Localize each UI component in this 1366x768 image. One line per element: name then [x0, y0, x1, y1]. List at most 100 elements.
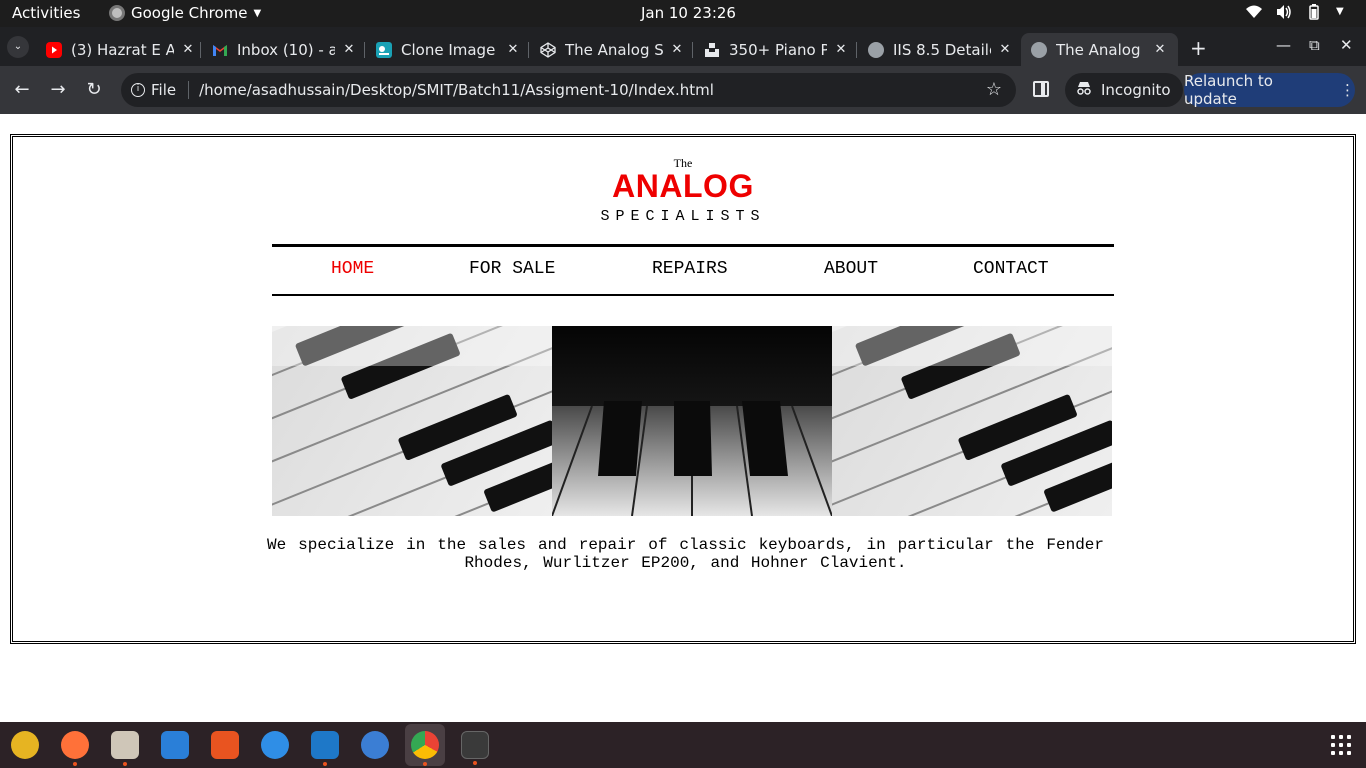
ubuntu-dock [0, 722, 1366, 768]
close-icon[interactable]: ✕ [505, 42, 521, 57]
tab-title: The Analog Sp [1056, 40, 1146, 59]
gmail-icon [212, 42, 228, 58]
piano-closeup-image [552, 326, 832, 516]
app-menu[interactable]: Google Chrome ▼ [109, 4, 261, 22]
restore-icon[interactable]: ⧉ [1309, 36, 1320, 54]
terminal-icon[interactable] [461, 731, 489, 765]
app-name: Google Chrome [131, 4, 248, 22]
tab-separator [528, 42, 529, 58]
files-icon[interactable] [111, 731, 139, 766]
image-icon [376, 41, 392, 58]
show-apps-icon[interactable] [1331, 735, 1351, 755]
tab[interactable]: (3) Hazrat E A ✕ [46, 33, 196, 66]
caret-down-icon: ▼ [1336, 6, 1344, 17]
system-tray[interactable]: ▼ [1246, 4, 1352, 20]
volume-icon [1276, 4, 1292, 20]
logo-analog: ANALOG [612, 168, 754, 204]
page-frame: The ANALOG SPECIALISTS HOME FOR SALE REP… [10, 134, 1356, 644]
photo-strip [272, 326, 1112, 516]
running-indicator [323, 762, 327, 766]
wifi-icon [1246, 4, 1262, 20]
url-scheme: File [151, 81, 177, 99]
back-button[interactable]: ← [11, 79, 33, 101]
address-bar[interactable]: i File /home/asadhussain/Desktop/SMIT/Ba… [121, 73, 1016, 107]
unsplash-icon [704, 42, 720, 58]
divider [188, 81, 190, 99]
close-icon[interactable]: ✕ [180, 42, 196, 57]
tab-separator [856, 42, 857, 58]
piano-keys-image [832, 326, 1112, 516]
nav-for-sale[interactable]: FOR SALE [469, 259, 555, 279]
tab-title: 350+ Piano Pi [729, 40, 827, 59]
running-indicator [423, 762, 427, 766]
tab-title: Clone Image [401, 40, 496, 59]
globe-icon [1031, 41, 1047, 58]
new-tab-button[interactable]: + [1190, 36, 1207, 60]
tab-title: IIS 8.5 Detaile [893, 40, 991, 59]
running-indicator [73, 762, 77, 766]
tab-title: (3) Hazrat E A [71, 40, 174, 59]
nav-repairs[interactable]: REPAIRS [652, 259, 728, 279]
nav-contact[interactable]: CONTACT [973, 259, 1049, 279]
minimize-icon[interactable]: — [1276, 36, 1291, 54]
incognito-label: Incognito [1101, 81, 1171, 99]
battery-icon [1306, 4, 1322, 20]
thunderbird-icon[interactable] [361, 731, 389, 759]
tab[interactable]: IIS 8.5 Detaile ✕ [868, 33, 1013, 66]
info-icon[interactable]: i [131, 83, 145, 97]
logo-specialists: SPECIALISTS [600, 208, 766, 225]
forward-button[interactable]: → [47, 79, 69, 101]
close-icon[interactable]: ✕ [341, 42, 357, 57]
bookmark-star-icon[interactable]: ☆ [986, 79, 1002, 100]
tab-separator [692, 42, 693, 58]
running-indicator [473, 761, 477, 765]
nav-home[interactable]: HOME [331, 259, 374, 279]
main-nav: HOME FOR SALE REPAIRS ABOUT CONTACT [272, 244, 1114, 296]
youtube-icon [46, 41, 62, 58]
piano-keys-image [272, 326, 552, 516]
relaunch-label: Relaunch to update [1184, 72, 1273, 108]
incognito-icon [1075, 80, 1093, 100]
close-icon[interactable]: ✕ [833, 42, 849, 57]
tab-active[interactable]: The Analog Sp ✕ [1021, 33, 1178, 66]
close-icon[interactable]: ✕ [669, 42, 685, 57]
clock[interactable]: Jan 10 23:26 [641, 4, 736, 22]
chrome-icon[interactable] [411, 731, 439, 766]
vscode-icon[interactable] [311, 731, 339, 766]
close-window-icon[interactable]: ✕ [1340, 36, 1353, 54]
tab-title: Inbox (10) - as [237, 40, 335, 59]
browser-toolbar: ← → ↻ i File /home/asadhussain/Desktop/S… [0, 66, 1366, 114]
gnome-top-bar: Activities Google Chrome ▼ Jan 10 23:26 … [0, 0, 1366, 27]
chrome-icon [109, 5, 125, 21]
nav-about[interactable]: ABOUT [824, 259, 878, 279]
globe-icon [868, 41, 884, 58]
running-indicator [123, 762, 127, 766]
reload-button[interactable]: ↻ [83, 79, 105, 101]
close-icon[interactable]: ✕ [997, 42, 1013, 57]
kebab-menu-icon[interactable]: ⋮ [1340, 81, 1355, 99]
activities-button[interactable]: Activities [12, 4, 80, 22]
side-panel-icon[interactable] [1033, 81, 1049, 97]
close-icon[interactable]: ✕ [1152, 42, 1168, 57]
url-text[interactable]: /home/asadhussain/Desktop/SMIT/Batch11/A… [199, 81, 714, 99]
caret-down-icon: ▼ [253, 7, 262, 19]
intro-paragraph: We specialize in the sales and repair of… [267, 536, 1104, 572]
tab[interactable]: The Analog Sp ✕ [540, 33, 685, 66]
tab[interactable]: Inbox (10) - as ✕ [212, 33, 357, 66]
tab-separator [364, 42, 365, 58]
tab-title: The Analog Sp [565, 40, 663, 59]
tab-search-button[interactable]: ⌄ [7, 36, 29, 58]
firefox-icon[interactable] [61, 731, 89, 766]
writer-icon[interactable] [161, 731, 189, 759]
page-viewport: The ANALOG SPECIALISTS HOME FOR SALE REP… [0, 114, 1366, 722]
tab-separator [200, 42, 201, 58]
tab[interactable]: Clone Image ✕ [376, 33, 521, 66]
tab[interactable]: 350+ Piano Pi ✕ [704, 33, 849, 66]
tab-strip: ⌄ (3) Hazrat E A ✕ Inbox (10) - as ✕ Clo… [0, 27, 1366, 66]
codepen-icon [540, 41, 556, 58]
relaunch-button[interactable]: Relaunch to update ⋮ [1184, 72, 1355, 108]
app-center-icon[interactable] [211, 731, 239, 759]
rhythmbox-icon[interactable] [11, 731, 39, 759]
incognito-indicator[interactable]: Incognito [1065, 73, 1183, 107]
help-icon[interactable] [261, 731, 289, 759]
